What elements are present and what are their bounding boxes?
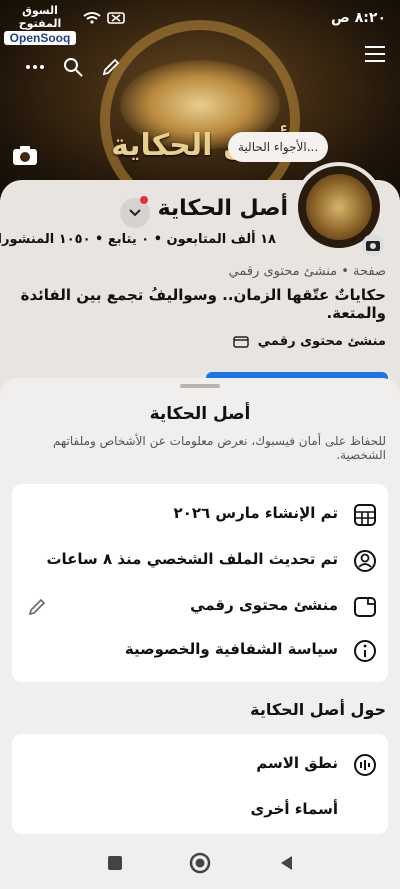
row-label: سياسة الشفافية والخصوصية <box>124 640 338 658</box>
row-label: نطق الاسم <box>256 754 338 772</box>
more-options-icon[interactable] <box>24 56 46 82</box>
page-icon <box>352 594 378 620</box>
row-updated: تم تحديث الملف الشخصي منذ ٨ ساعات <box>12 538 388 584</box>
profile-stats[interactable]: ١٨ ألف المتابعون • ٠ يتابع • ١٠٥٠ المنشو… <box>0 232 276 247</box>
page-bio: حكاياتٌ عتّقها الزمان.. وسواليفُ تجمع بي… <box>20 286 386 322</box>
person-circle-icon <box>352 548 378 574</box>
text-aa-icon: Aa <box>331 798 378 824</box>
info-icon <box>352 638 378 664</box>
svg-text:Aa: Aa <box>352 803 353 823</box>
search-icon[interactable] <box>62 56 84 82</box>
current-vibe-pill[interactable]: الأجواء الحالية... <box>228 132 329 162</box>
creator-label: منشئ محتوى رقمي <box>257 334 386 349</box>
navigation-bar <box>0 834 400 889</box>
row-label: تم الإنشاء مارس ٢٠٢٦ <box>173 504 338 522</box>
sheet-title: أصل الحكاية <box>149 404 251 424</box>
status-icons <box>82 10 152 30</box>
row-label: منشئ محتوى رقمي <box>190 596 338 614</box>
calendar-grid-icon <box>352 502 378 528</box>
row-label: تم تحديث الملف الشخصي منذ ٨ ساعات <box>46 550 338 568</box>
row-created: تم الإنشاء مارس ٢٠٢٦ <box>12 492 388 538</box>
home-circle-icon[interactable] <box>189 852 211 874</box>
page-title: أصل الحكاية <box>157 196 288 221</box>
back-triangle-icon[interactable] <box>276 852 298 874</box>
page-category: صفحة • منشئ محتوى رقمي <box>228 264 386 279</box>
sheet-drag-handle[interactable] <box>180 384 220 388</box>
watermark-arabic: السوق المفتوح <box>18 4 62 30</box>
row-name-pronunciation[interactable]: نطق الاسم <box>12 742 388 788</box>
about-section-title: حول أصل الحكاية <box>250 700 386 719</box>
avatar-camera-icon[interactable] <box>362 234 384 256</box>
creator-label-row: منشئ محتوى رقمي <box>233 334 386 349</box>
row-category[interactable]: منشئ محتوى رقمي <box>12 584 388 630</box>
status-system-icons <box>83 12 125 24</box>
recents-square-icon[interactable] <box>104 852 126 874</box>
menu-icon[interactable] <box>364 44 386 68</box>
edit-pencil-icon[interactable] <box>26 596 48 618</box>
row-transparency-policy[interactable]: سياسة الشفافية والخصوصية <box>12 628 388 674</box>
voice-icon <box>352 752 378 778</box>
page-icon <box>233 335 249 348</box>
edit-pencil-icon[interactable] <box>100 56 122 82</box>
watermark-brand: OpenSooq <box>4 31 76 45</box>
status-time: ٨:٢٠ ص <box>331 10 386 26</box>
cover-camera-icon[interactable] <box>12 144 42 168</box>
notification-dot <box>140 196 148 204</box>
sheet-description: للحفاظ على أمان فيسبوك، نعرض معلومات عن … <box>53 434 386 462</box>
opensooq-watermark: السوق المفتوح OpenSooq <box>4 4 76 45</box>
row-other-names[interactable]: Aa أسماء أخرى <box>12 788 388 834</box>
row-label: أسماء أخرى <box>250 800 338 818</box>
